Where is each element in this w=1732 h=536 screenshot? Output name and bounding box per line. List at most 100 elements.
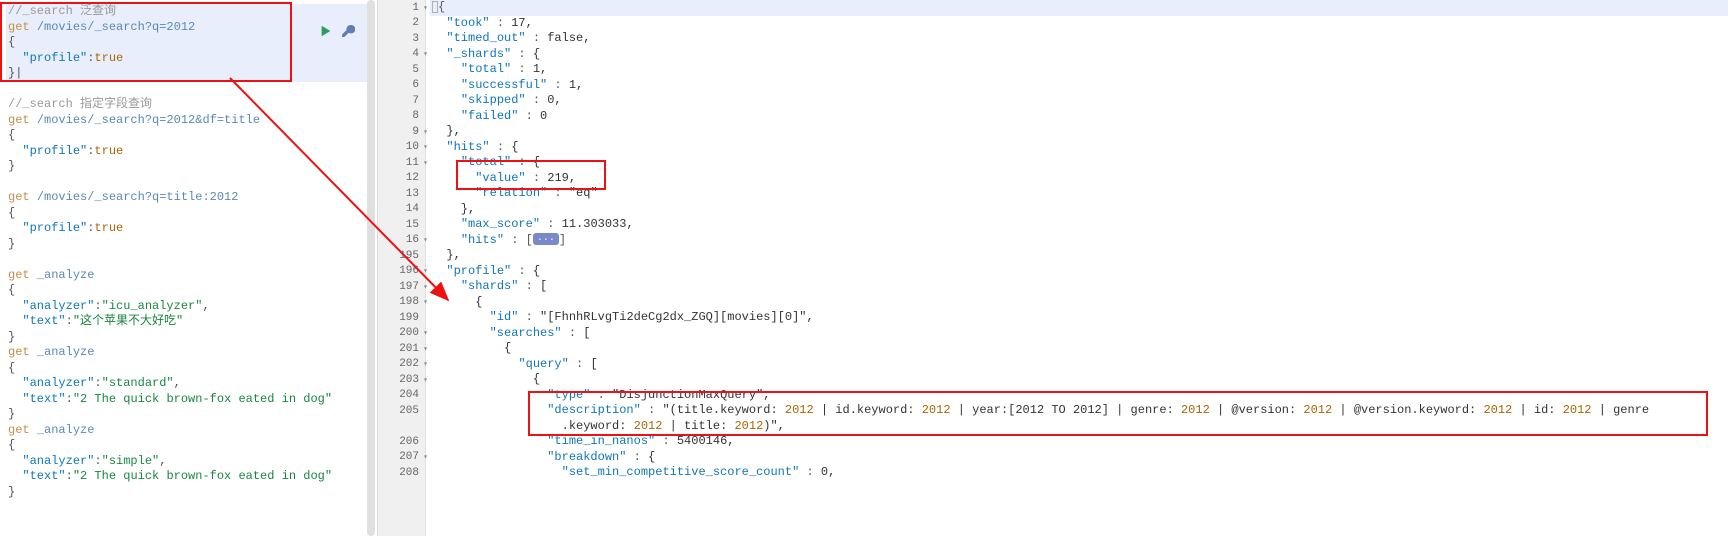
gutter-line[interactable]: 10 (378, 140, 425, 156)
code-line[interactable]: "successful" : 1, (430, 78, 1728, 94)
gutter-line[interactable]: 198 (378, 295, 425, 311)
code-line[interactable]: }, (430, 202, 1728, 218)
body-line[interactable]: "text":"2 The quick brown-fox eated in d… (6, 469, 371, 485)
request-line[interactable]: get /movies/_search?q=title:2012 (6, 190, 371, 206)
drag-handle-icon[interactable]: ⋮ (364, 372, 375, 383)
code-line[interactable]: { (430, 341, 1728, 357)
blank-line (6, 175, 371, 191)
code-line[interactable]: "hits" : [...] (430, 233, 1728, 249)
gutter-line[interactable]: 6 (378, 78, 425, 94)
code-line[interactable]: .keyword: 2012 | title: 2012)", (430, 419, 1728, 435)
code-line[interactable]: "timed_out" : false, (430, 31, 1728, 47)
comment-line: //_search 指定字段查询 (6, 97, 371, 113)
brace-close[interactable]: } (6, 330, 371, 346)
gutter-line[interactable] (378, 419, 425, 435)
gutter-line[interactable]: 204 (378, 388, 425, 404)
gutter-line[interactable]: 202 (378, 357, 425, 373)
code-line[interactable]: "query" : [ (430, 357, 1728, 373)
gutter-line[interactable]: 208 (378, 465, 425, 481)
brace-close[interactable]: } (6, 237, 371, 253)
code-line[interactable]: "set_min_competitive_score_count" : 0, (430, 465, 1728, 481)
code-line[interactable]: "id" : "[FhnhRLvgTi2deCg2dx_ZGQ][movies]… (430, 310, 1728, 326)
request-actions (319, 24, 355, 38)
code-line[interactable]: "max_score" : 11.303033, (430, 217, 1728, 233)
brace-open[interactable]: { (6, 361, 371, 377)
body-line[interactable]: "profile":true (6, 221, 371, 237)
request-line[interactable]: get _analyze (6, 423, 371, 439)
blank-line (6, 252, 371, 268)
wrench-icon[interactable] (341, 24, 355, 38)
brace-open[interactable]: { (6, 438, 371, 454)
gutter-line[interactable]: 3 (378, 31, 425, 47)
brace-open[interactable]: { (6, 206, 371, 222)
code-line[interactable]: "_shards" : { (430, 47, 1728, 63)
gutter-line[interactable]: 4 (378, 47, 425, 63)
brace-close[interactable]: } (6, 485, 371, 501)
gutter-line[interactable]: 199 (378, 310, 425, 326)
gutter-line[interactable]: 195 (378, 248, 425, 264)
gutter-line[interactable]: 201 (378, 341, 425, 357)
code-line[interactable]: "description" : "(title.keyword: 2012 | … (430, 403, 1728, 419)
gutter-line[interactable]: 200 (378, 326, 425, 342)
brace-close[interactable]: } (6, 407, 371, 423)
gutter-line[interactable]: 197 (378, 279, 425, 295)
gutter-line[interactable]: 5 (378, 62, 425, 78)
gutter-line[interactable]: 196 (378, 264, 425, 280)
run-icon[interactable] (319, 24, 333, 38)
brace-open[interactable]: { (6, 128, 371, 144)
code-line[interactable]: "total" : { (430, 155, 1728, 171)
code-line[interactable]: "profile" : { (430, 264, 1728, 280)
code-line[interactable]: }, (430, 248, 1728, 264)
code-line[interactable]: "took" : 17, (430, 16, 1728, 32)
request-line[interactable]: get _analyze (6, 345, 371, 361)
gutter-line[interactable]: 13 (378, 186, 425, 202)
code-line[interactable]: { (430, 295, 1728, 311)
code-line[interactable]: "type" : "DisjunctionMaxQuery", (430, 388, 1728, 404)
blank-line (6, 82, 371, 98)
response-code[interactable]: { "took" : 17, "timed_out" : false, "_sh… (426, 0, 1732, 536)
body-line[interactable]: "profile":true (6, 144, 371, 160)
gutter-line[interactable]: 14 (378, 202, 425, 218)
brace-close[interactable]: } (6, 159, 371, 175)
gutter-line[interactable]: 1 (378, 0, 425, 16)
body-line[interactable]: "analyzer":"standard", (6, 376, 371, 392)
body-line[interactable]: "text":"这个苹果不大好吃" (6, 314, 371, 330)
request-line[interactable]: get /movies/_search?q=2012 (6, 20, 371, 36)
request-line[interactable]: get /movies/_search?q=2012&df=title (6, 113, 371, 129)
body-line[interactable]: "analyzer":"icu_analyzer", (6, 299, 371, 315)
body-line[interactable]: "profile":true (6, 51, 371, 67)
code-line[interactable]: "skipped" : 0, (430, 93, 1728, 109)
gutter-line[interactable]: 12 (378, 171, 425, 187)
gutter-line[interactable]: 7 (378, 93, 425, 109)
code-line[interactable]: "relation" : "eq" (430, 186, 1728, 202)
gutter-line[interactable]: 207 (378, 450, 425, 466)
gutter-line[interactable]: 205 (378, 403, 425, 419)
body-line[interactable]: "analyzer":"simple", (6, 454, 371, 470)
code-line[interactable]: { (430, 372, 1728, 388)
code-line[interactable]: "shards" : [ (430, 279, 1728, 295)
response-viewer: 1234567891011121314151619519619719819920… (378, 0, 1732, 536)
code-line[interactable]: "searches" : [ (430, 326, 1728, 342)
code-line[interactable]: "failed" : 0 (430, 109, 1728, 125)
brace-open[interactable]: { (6, 283, 371, 299)
gutter-line[interactable]: 2 (378, 16, 425, 32)
code-line[interactable]: "total" : 1, (430, 62, 1728, 78)
gutter-line[interactable]: 15 (378, 217, 425, 233)
gutter-line[interactable]: 16 (378, 233, 425, 249)
gutter-line[interactable]: 8 (378, 109, 425, 125)
code-line[interactable]: "time_in_nanos" : 5400146, (430, 434, 1728, 450)
line-gutter: 1234567891011121314151619519619719819920… (378, 0, 426, 536)
code-line[interactable]: "value" : 219, (430, 171, 1728, 187)
gutter-line[interactable]: 206 (378, 434, 425, 450)
brace-close[interactable]: }| (6, 66, 371, 82)
gutter-line[interactable]: 9 (378, 124, 425, 140)
code-line[interactable]: { (430, 0, 1728, 16)
brace-open[interactable]: { (6, 35, 371, 51)
gutter-line[interactable]: 203 (378, 372, 425, 388)
code-line[interactable]: }, (430, 124, 1728, 140)
code-line[interactable]: "breakdown" : { (430, 450, 1728, 466)
code-line[interactable]: "hits" : { (430, 140, 1728, 156)
request-line[interactable]: get _analyze (6, 268, 371, 284)
gutter-line[interactable]: 11 (378, 155, 425, 171)
body-line[interactable]: "text":"2 The quick brown-fox eated in d… (6, 392, 371, 408)
